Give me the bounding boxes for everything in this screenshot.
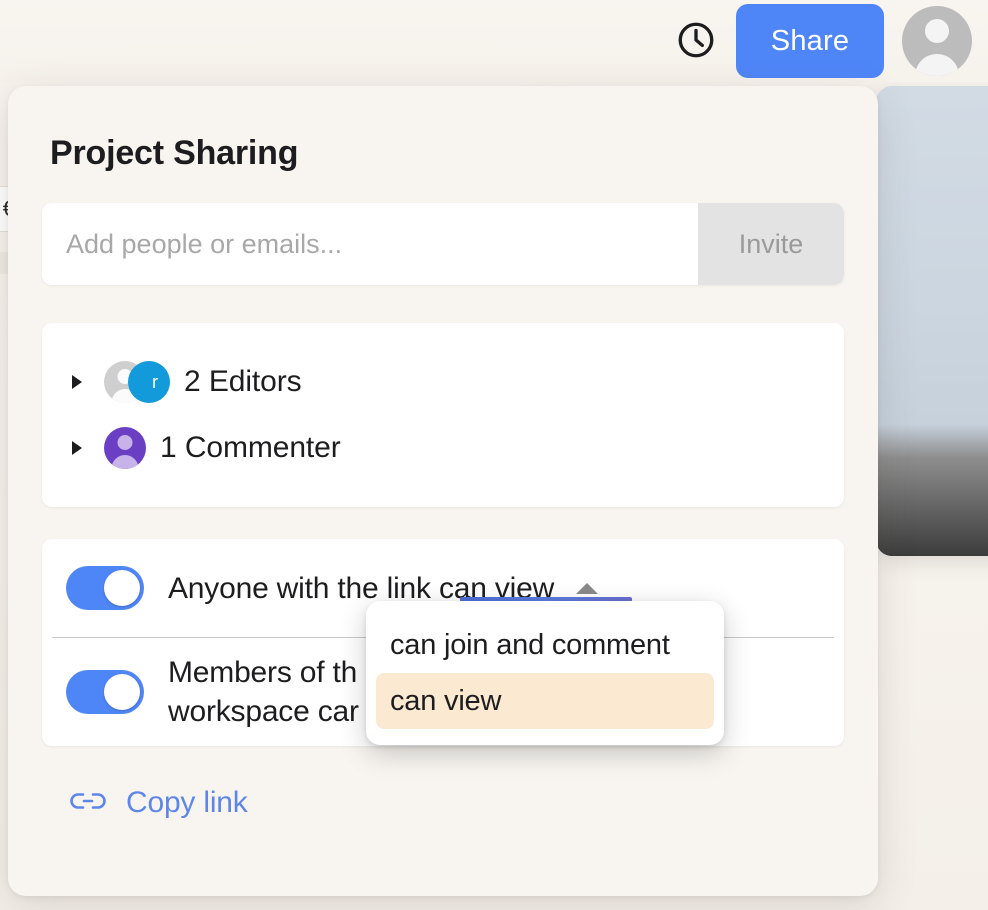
toggle-knob [104,674,140,710]
link-chain-icon [68,789,108,818]
user-avatar-icon[interactable] [902,6,972,76]
avatar-purple-icon [104,427,146,469]
people-group-commenter[interactable]: 1 Commenter [42,415,844,481]
link-permission-dropdown: can join and comment can view [366,601,724,745]
link-setting-label-workspace-line2: workspace car [168,695,359,728]
add-people-input[interactable] [42,203,698,285]
copy-link-button[interactable]: Copy link [42,776,248,820]
dropdown-option-can-view[interactable]: can view [376,673,714,729]
invite-row: Invite [42,203,844,285]
avatar-stack: r [104,361,170,403]
toggle-anyone-with-link[interactable] [66,566,144,610]
dropdown-option-can-join-and-comment[interactable]: can join and comment [376,617,714,673]
chevron-up-icon[interactable] [576,582,599,594]
project-sharing-dialog: Project Sharing Invite r 2 Editors 1 Com… [8,86,878,896]
people-group-label-editors: 2 Editors [184,365,302,398]
toggle-workspace-members[interactable] [66,670,144,714]
share-button[interactable]: Share [736,4,884,78]
link-setting-label-workspace: Members of th workspace car [168,653,359,731]
clock-history-icon [675,19,717,64]
chevron-right-icon[interactable] [72,441,82,455]
copy-link-label: Copy link [126,786,248,819]
chevron-right-icon[interactable] [72,375,82,389]
people-group-editors[interactable]: r 2 Editors [42,349,844,415]
invite-button[interactable]: Invite [698,203,844,285]
toggle-knob [104,570,140,606]
dialog-title: Project Sharing [50,134,299,172]
top-toolbar: Share [0,0,988,82]
background-photo-card [876,86,988,556]
people-group-label-commenter: 1 Commenter [160,431,341,464]
avatar-initial-badge: r [128,361,170,403]
history-button[interactable] [674,19,718,63]
link-setting-label-workspace-line1: Members of th [168,656,358,689]
people-list-card: r 2 Editors 1 Commenter [42,323,844,507]
